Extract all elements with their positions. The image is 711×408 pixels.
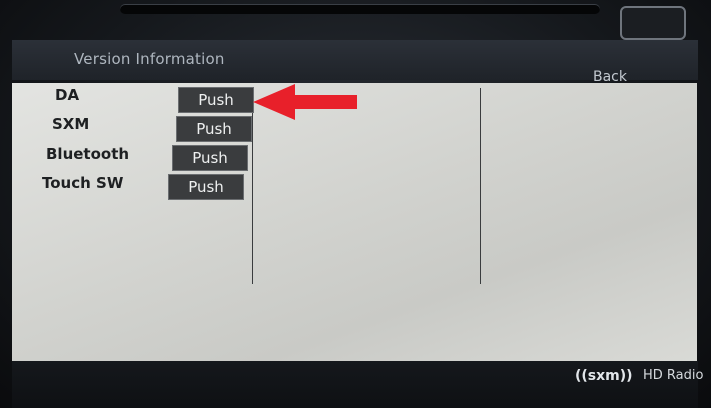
push-button-bluetooth[interactable]: Push xyxy=(172,145,248,171)
version-info-panel xyxy=(12,83,697,361)
hd-radio-logo: HD Radio xyxy=(643,368,704,383)
sxm-logo: ((sxm)) xyxy=(575,368,633,384)
red-arrow-icon xyxy=(253,84,357,120)
column-divider-2 xyxy=(480,88,481,284)
row-label-da: DA xyxy=(55,86,80,104)
push-button-sxm[interactable]: Push xyxy=(176,116,252,142)
push-button-touch-sw[interactable]: Push xyxy=(168,174,244,200)
row-label-bluetooth: Bluetooth xyxy=(46,145,130,163)
row-label-touch-sw: Touch SW xyxy=(42,174,124,192)
row-label-sxm: SXM xyxy=(52,115,90,133)
hardware-button[interactable] xyxy=(620,6,686,40)
page-title: Version Information xyxy=(74,50,225,68)
push-button-da[interactable]: Push xyxy=(178,87,254,113)
disc-slot xyxy=(120,4,600,14)
